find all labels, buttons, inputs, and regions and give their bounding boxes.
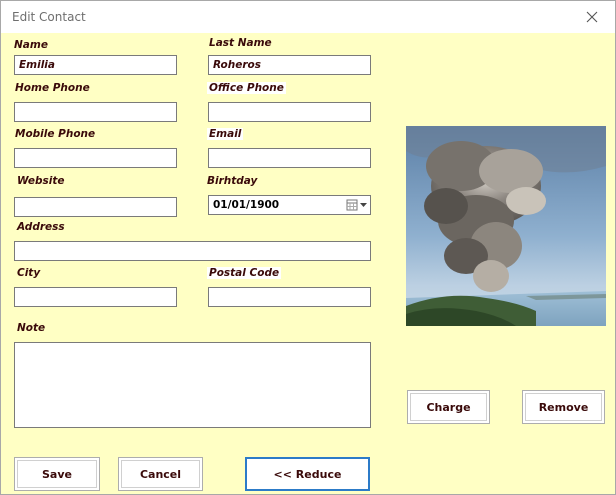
website-field[interactable] xyxy=(14,197,177,217)
close-icon xyxy=(586,11,598,23)
calendar-dropdown-button[interactable] xyxy=(346,198,368,212)
contact-photo xyxy=(406,126,606,326)
calendar-icon xyxy=(346,199,367,211)
last-name-label: Last Name xyxy=(209,37,272,49)
save-button[interactable]: Save xyxy=(14,457,100,491)
birthday-date-picker[interactable]: 01/01/1900 xyxy=(208,195,371,215)
name-label: Name xyxy=(14,39,48,51)
birthday-value: 01/01/1900 xyxy=(213,199,280,211)
email-label: Email xyxy=(207,128,244,140)
volcano-eruption-photo xyxy=(406,126,606,326)
title-bar: Edit Contact xyxy=(1,1,615,33)
home-phone-label: Home Phone xyxy=(15,82,90,94)
note-textarea[interactable] xyxy=(14,342,371,428)
mobile-phone-label: Mobile Phone xyxy=(15,128,96,140)
birthday-label: Birhtday xyxy=(207,175,258,187)
charge-button[interactable]: Charge xyxy=(407,390,490,424)
postal-code-label: Postal Code xyxy=(207,267,282,279)
address-label: Address xyxy=(17,221,65,233)
cancel-button[interactable]: Cancel xyxy=(118,457,203,491)
close-button[interactable] xyxy=(569,1,615,33)
home-phone-field[interactable] xyxy=(14,102,177,122)
last-name-field[interactable]: Roheros xyxy=(208,55,371,75)
office-phone-field[interactable] xyxy=(208,102,371,122)
window-title: Edit Contact xyxy=(12,10,86,24)
remove-button[interactable]: Remove xyxy=(522,390,605,424)
edit-contact-window: Edit Contact Name Emilia Last Name Roher… xyxy=(0,0,616,495)
city-field[interactable] xyxy=(14,287,177,307)
city-label: City xyxy=(17,267,41,279)
email-field[interactable] xyxy=(208,148,371,168)
note-label: Note xyxy=(17,322,46,334)
postal-code-field[interactable] xyxy=(208,287,371,307)
name-field[interactable]: Emilia xyxy=(14,55,177,75)
address-field[interactable] xyxy=(14,241,371,261)
office-phone-label: Office Phone xyxy=(207,82,286,94)
reduce-button[interactable]: << Reduce xyxy=(245,457,370,491)
mobile-phone-field[interactable] xyxy=(14,148,177,168)
website-label: Website xyxy=(17,175,65,187)
